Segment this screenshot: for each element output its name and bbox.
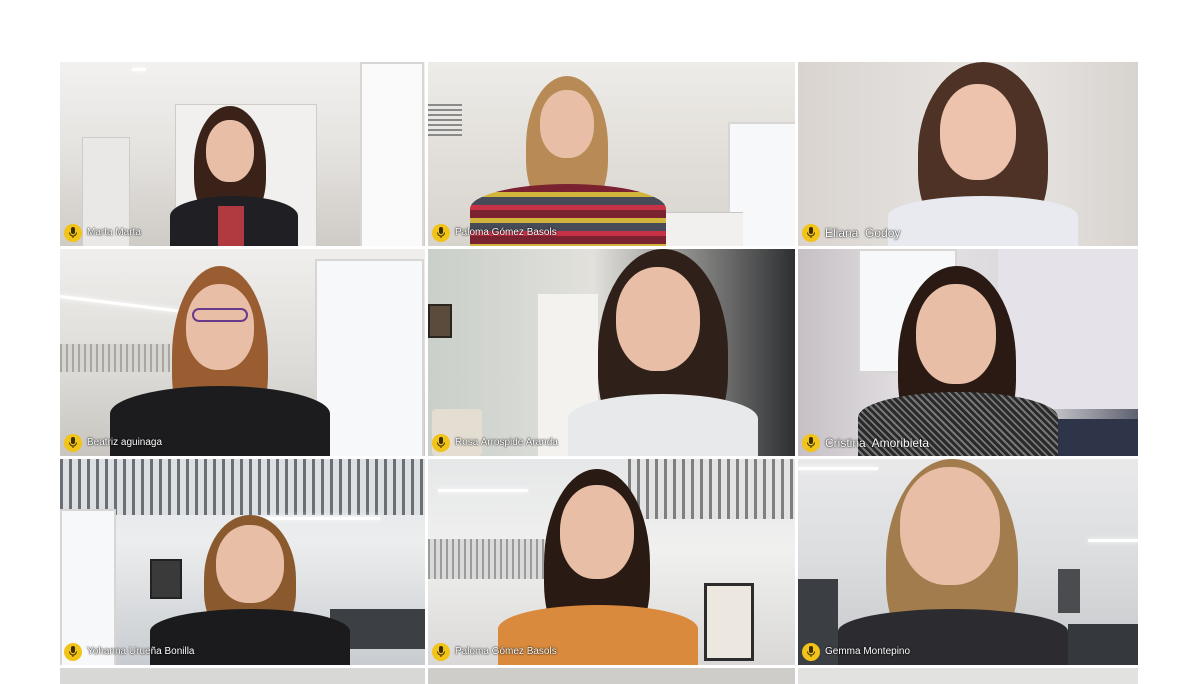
video-tile-rosa-arrospide-aranda[interactable]: Rosa Arrospide Aranda (428, 249, 795, 456)
video-tile-partial[interactable] (798, 668, 1138, 684)
participant-video (110, 266, 330, 456)
microphone-icon[interactable] (432, 224, 450, 242)
video-tile-partial[interactable] (60, 668, 425, 684)
participant-label: Rosa Arrospide Aranda (432, 433, 558, 453)
participant-label: Cristina Amoribieta (802, 433, 929, 453)
participant-name: Yohanna Urueña Bonilla (87, 646, 195, 657)
video-tile-eliana-godoy[interactable]: Eliana Godoy (798, 62, 1138, 246)
microphone-icon[interactable] (432, 643, 450, 661)
participant-name: Cristina Amoribieta (825, 436, 930, 450)
office-window (360, 62, 424, 246)
video-tile-cristina-amoribieta[interactable]: Cristina Amoribieta (798, 249, 1138, 456)
participant-name: Rosa Arrospide Aranda (455, 437, 558, 448)
wall-picture (704, 583, 754, 661)
microphone-icon[interactable] (802, 643, 820, 661)
participant-video (168, 106, 308, 246)
microphone-icon[interactable] (802, 224, 820, 242)
participant-label: Gemma Montepino (802, 642, 910, 662)
video-tile-paloma-gomez-basols[interactable]: Paloma Gómez Basols (428, 62, 795, 246)
video-tile-yohanna-uruena-bonilla[interactable]: Yohanna Urueña Bonilla (60, 459, 425, 665)
participant-label: Marta Marta (64, 223, 141, 243)
microphone-icon[interactable] (432, 434, 450, 452)
ceiling-light (1088, 539, 1138, 542)
participant-video (548, 249, 778, 456)
participant-label: Eliana Godoy (802, 223, 900, 243)
participant-video (858, 266, 1058, 456)
microphone-icon[interactable] (802, 434, 820, 452)
ceiling-vent (428, 102, 462, 136)
participant-video (888, 62, 1078, 246)
video-tile-beatriz-aguinaga[interactable]: Beatriz aguinaga (60, 249, 425, 456)
ceiling-light (132, 68, 146, 71)
participant-name: Marta Marta (87, 227, 141, 238)
video-grid: Marta Marta Paloma Gómez Basols Eliana G… (60, 62, 1138, 684)
video-tile-gemma-montepino[interactable]: Gemma Montepino (798, 459, 1138, 665)
video-tile-paloma-gomez-basols-2[interactable]: Paloma Gómez Basols (428, 459, 795, 665)
office-desk (1068, 624, 1138, 665)
ceiling-vent (60, 459, 425, 515)
participant-name: Paloma Gómez Basols (455, 646, 557, 657)
microphone-icon[interactable] (64, 643, 82, 661)
participant-label: Paloma Gómez Basols (432, 642, 557, 662)
participant-name: Paloma Gómez Basols (455, 227, 557, 238)
video-tile-marta-marta[interactable]: Marta Marta (60, 62, 425, 246)
participant-label: Paloma Gómez Basols (432, 223, 557, 243)
participant-label: Yohanna Urueña Bonilla (64, 642, 195, 662)
video-tile-partial[interactable] (428, 668, 795, 684)
participant-video (498, 469, 698, 665)
participant-video (838, 459, 1068, 665)
participant-video (468, 76, 668, 246)
wall-picture (428, 304, 452, 338)
participant-name: Gemma Montepino (825, 646, 911, 657)
participant-label: Beatriz aguinaga (64, 433, 162, 453)
microphone-icon[interactable] (64, 224, 82, 242)
office-window (315, 259, 424, 456)
microphone-icon[interactable] (64, 434, 82, 452)
participant-name: Eliana Godoy (825, 226, 901, 240)
participant-name: Beatriz aguinaga (87, 437, 163, 448)
